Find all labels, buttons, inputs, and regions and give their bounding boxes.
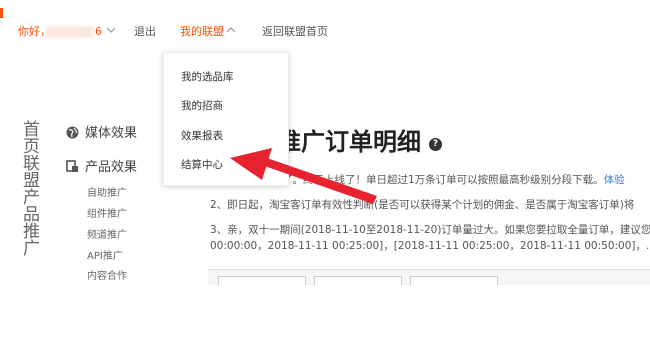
- back-home-link[interactable]: 返回联盟首页: [262, 24, 328, 40]
- sidebar-item-media[interactable]: 媒体效果: [66, 122, 137, 141]
- username-tail[interactable]: 6: [95, 24, 102, 40]
- sidebar-subitem[interactable]: 自助推广: [87, 184, 127, 199]
- menu-item-settlement[interactable]: 结算中心: [181, 157, 223, 172]
- my-union-dropdown: 我的选品库 我的招商 效果报表 结算中心: [163, 52, 289, 186]
- notice-line-1: 了。终于上线了！单日超过1万条订单可以按照最高秒级别分段下载。体验: [282, 172, 625, 187]
- sidebar-subitem[interactable]: 组件推广: [87, 205, 127, 220]
- notice-line-4: 00:00:00，2018-11-11 00:25:00]，[2018-11-1…: [210, 240, 650, 252]
- sidebar-item-product[interactable]: 产品效果: [66, 156, 137, 175]
- sidebar-vertical-nav[interactable]: 首页联盟产品推广: [19, 120, 39, 256]
- sidebar-subitem[interactable]: API推广: [87, 247, 123, 262]
- sidebar-item-label: 产品效果: [85, 160, 138, 175]
- filter-button[interactable]: [314, 276, 402, 285]
- notice-line-3: 3、亲，双十一期间(2018-11-10至2018-11-20)订单量过大。如果…: [210, 224, 650, 236]
- menu-item-report[interactable]: 效果报表: [181, 128, 223, 143]
- menu-item-selection-library[interactable]: 我的选品库: [181, 69, 234, 84]
- username-redacted: [46, 26, 94, 38]
- top-bar: 你好， 6 退出 我的联盟 返回联盟首页: [0, 0, 650, 60]
- brand-mark: [0, 8, 3, 18]
- sidebar-subitem[interactable]: 频道推广: [87, 226, 127, 241]
- notice-text: 了。终于上线了！单日超过1万条订单可以按照最高秒级别分段下载。: [282, 174, 604, 186]
- globe-icon: [66, 126, 79, 139]
- my-union-menu[interactable]: 我的联盟: [180, 24, 224, 40]
- sidebar-item-label: 媒体效果: [85, 126, 138, 141]
- menu-item-merchant[interactable]: 我的招商: [181, 98, 223, 113]
- sidebar-subitem[interactable]: 内容合作: [87, 267, 127, 282]
- logout-link[interactable]: 退出: [134, 24, 156, 40]
- chevron-up-icon[interactable]: [226, 25, 236, 35]
- help-icon[interactable]: ?: [429, 138, 442, 151]
- page: 你好， 6 退出 我的联盟 返回联盟首页 首页联盟产品推广 媒体效果 产品效果 …: [0, 0, 650, 285]
- chevron-down-icon[interactable]: [106, 25, 116, 35]
- product-icon: [66, 160, 78, 172]
- notice-line-2: 2、即日起，淘宝客订单有效性判断(是否可以获得某个计划的佣金、是否属于淘宝客订单…: [210, 199, 635, 211]
- filter-button[interactable]: [218, 276, 306, 285]
- filter-button[interactable]: [410, 276, 498, 285]
- experience-link[interactable]: 体验: [604, 174, 625, 186]
